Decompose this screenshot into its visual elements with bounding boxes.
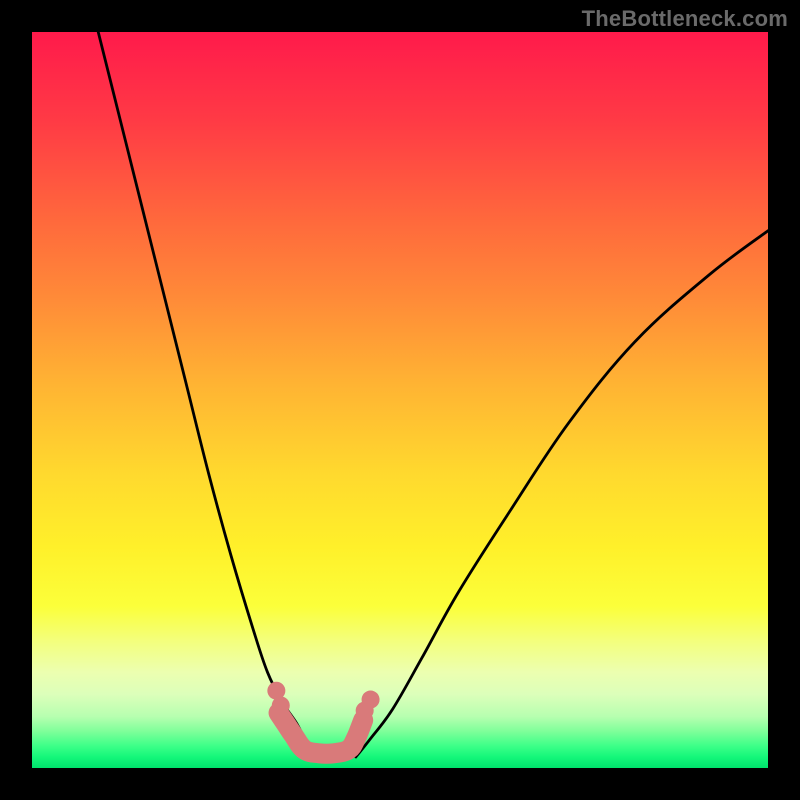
bottom-blob [279, 713, 364, 754]
chart-frame: TheBottleneck.com [0, 0, 800, 800]
left-curve [98, 32, 319, 757]
chart-svg [32, 32, 768, 768]
blob-dot-right-2 [362, 691, 380, 709]
watermark-text: TheBottleneck.com [582, 6, 788, 32]
right-curve [356, 231, 768, 757]
plot-area [32, 32, 768, 768]
blob-dot-left-2 [272, 696, 290, 714]
